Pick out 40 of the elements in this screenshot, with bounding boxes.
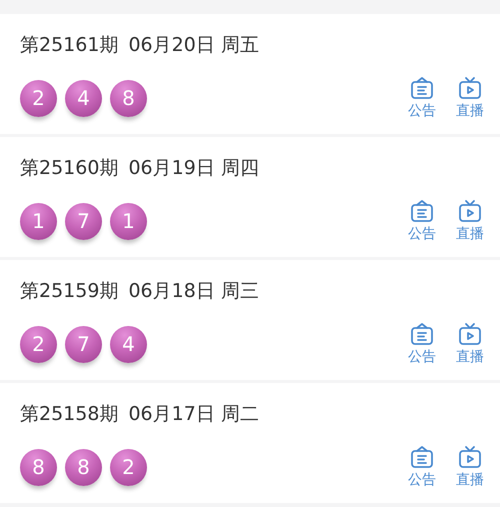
number-ball: 4 — [65, 80, 102, 116]
draw-date: 06月20日 — [128, 33, 215, 58]
live-button[interactable]: 直播 — [456, 76, 484, 120]
notice-button[interactable]: 公告 — [408, 199, 436, 243]
live-button[interactable]: 直播 — [456, 199, 484, 243]
number-ball: 1 — [20, 202, 57, 240]
number-ball: 7 — [65, 202, 102, 240]
number-ball: 2 — [110, 448, 147, 486]
notice-button[interactable]: 公告 — [408, 445, 436, 489]
tv-icon — [457, 322, 483, 346]
weekday: 周二 — [220, 402, 259, 427]
draw-date: 06月19日 — [128, 156, 215, 181]
number-ball: 4 — [110, 326, 147, 362]
notice-button[interactable]: 公告 — [408, 76, 436, 120]
tv-icon — [457, 445, 483, 469]
notice-icon — [409, 445, 435, 469]
tv-icon — [457, 76, 483, 100]
weekday: 周三 — [220, 279, 259, 304]
weekday: 周五 — [220, 33, 259, 58]
number-ball: 8 — [110, 80, 147, 116]
issue-number: 第25158期 — [20, 402, 118, 427]
draw-date: 06月17日 — [128, 402, 215, 427]
number-ball: 7 — [65, 326, 102, 362]
notice-icon — [409, 76, 435, 100]
number-ball: 1 — [110, 202, 147, 240]
issue-number: 第25161期 — [20, 33, 118, 58]
number-ball: 8 — [20, 448, 57, 486]
number-ball: 8 — [65, 448, 102, 486]
live-button[interactable]: 直播 — [456, 322, 484, 366]
notice-button[interactable]: 公告 — [408, 322, 436, 366]
live-button[interactable]: 直播 — [456, 445, 484, 489]
issue-number: 第25160期 — [20, 156, 118, 181]
tv-icon — [457, 199, 483, 223]
draw-date: 06月18日 — [128, 279, 215, 304]
number-ball: 2 — [20, 80, 57, 116]
notice-icon — [409, 199, 435, 223]
weekday: 周四 — [220, 156, 259, 181]
number-ball: 2 — [20, 326, 57, 362]
issue-number: 第25159期 — [20, 279, 118, 304]
notice-icon — [409, 322, 435, 346]
